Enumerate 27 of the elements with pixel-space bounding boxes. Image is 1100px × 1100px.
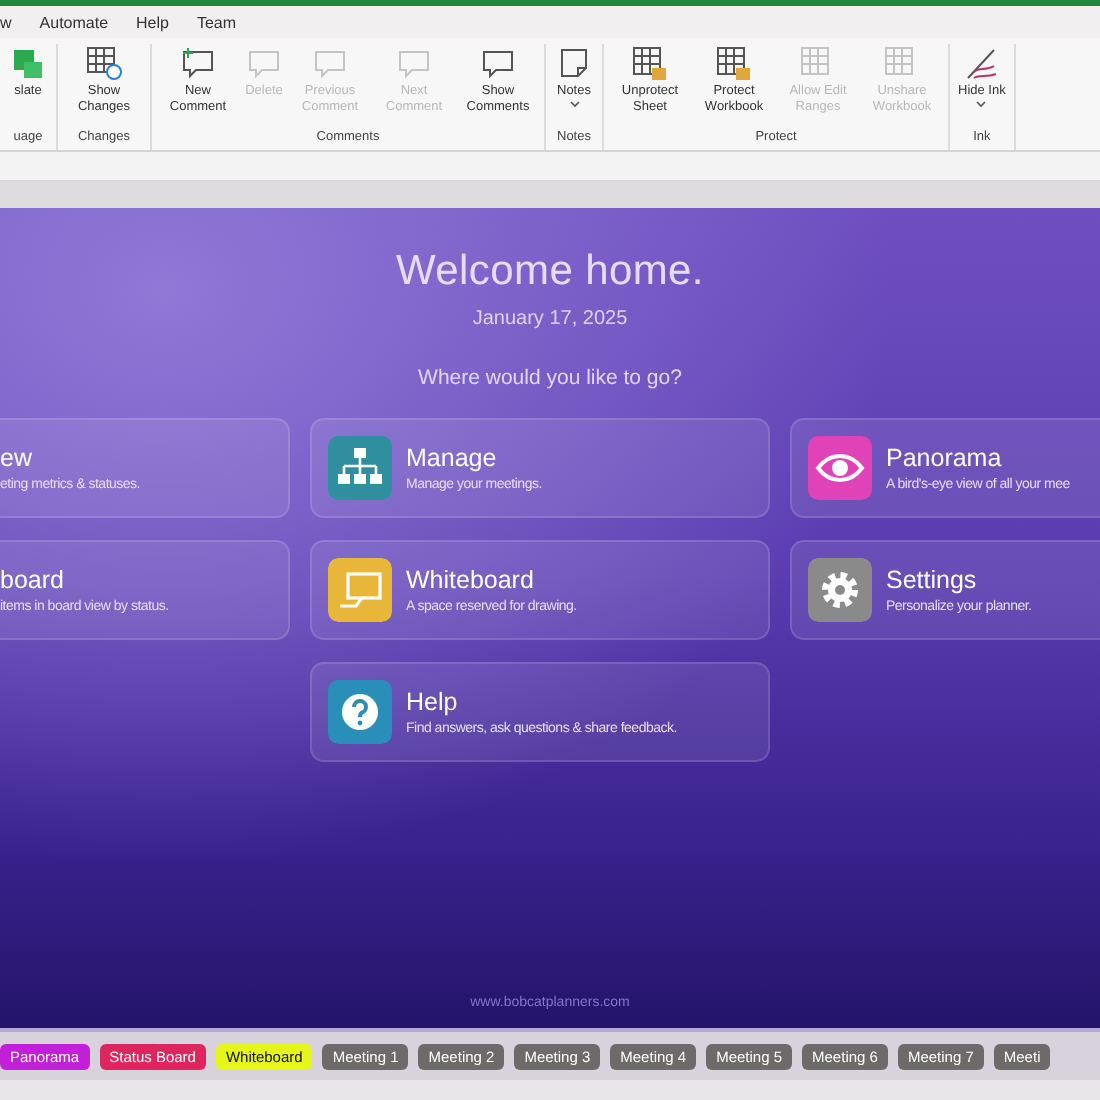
card-title: ew: [0, 444, 34, 472]
org-chart-icon: [328, 436, 392, 500]
ink-icon: [961, 44, 1002, 84]
card-title: Panorama: [886, 444, 1004, 472]
card-title: Settings: [886, 566, 979, 594]
grid-lock-icon: [714, 44, 754, 84]
card-title: Help: [406, 688, 460, 716]
card-title: Whiteboard: [406, 566, 536, 594]
eye-icon: [808, 436, 872, 500]
formula-bar[interactable]: [0, 152, 1100, 182]
settings-icon: [808, 558, 872, 622]
card-title: Manage: [406, 444, 499, 472]
caret-icon: [569, 100, 579, 108]
menu-item[interactable]: Team: [196, 13, 237, 31]
help-icon: [328, 680, 392, 744]
caret-icon: [976, 100, 987, 108]
menu-item[interactable]: w: [0, 13, 12, 31]
welcome-heading: Welcome home.: [396, 248, 704, 296]
whiteboard-icon: [328, 558, 392, 622]
grid-lock-icon: [630, 44, 670, 84]
comment-plus-icon: [178, 44, 218, 84]
menu-item[interactable]: Help: [136, 13, 169, 31]
grid-clock-icon: [84, 44, 124, 84]
date-text: January 17, 2025: [472, 308, 628, 330]
menu-item[interactable]: Automate: [39, 13, 109, 31]
card-title: board: [0, 566, 66, 594]
prompt-text: Where would you like to go?: [418, 366, 682, 390]
